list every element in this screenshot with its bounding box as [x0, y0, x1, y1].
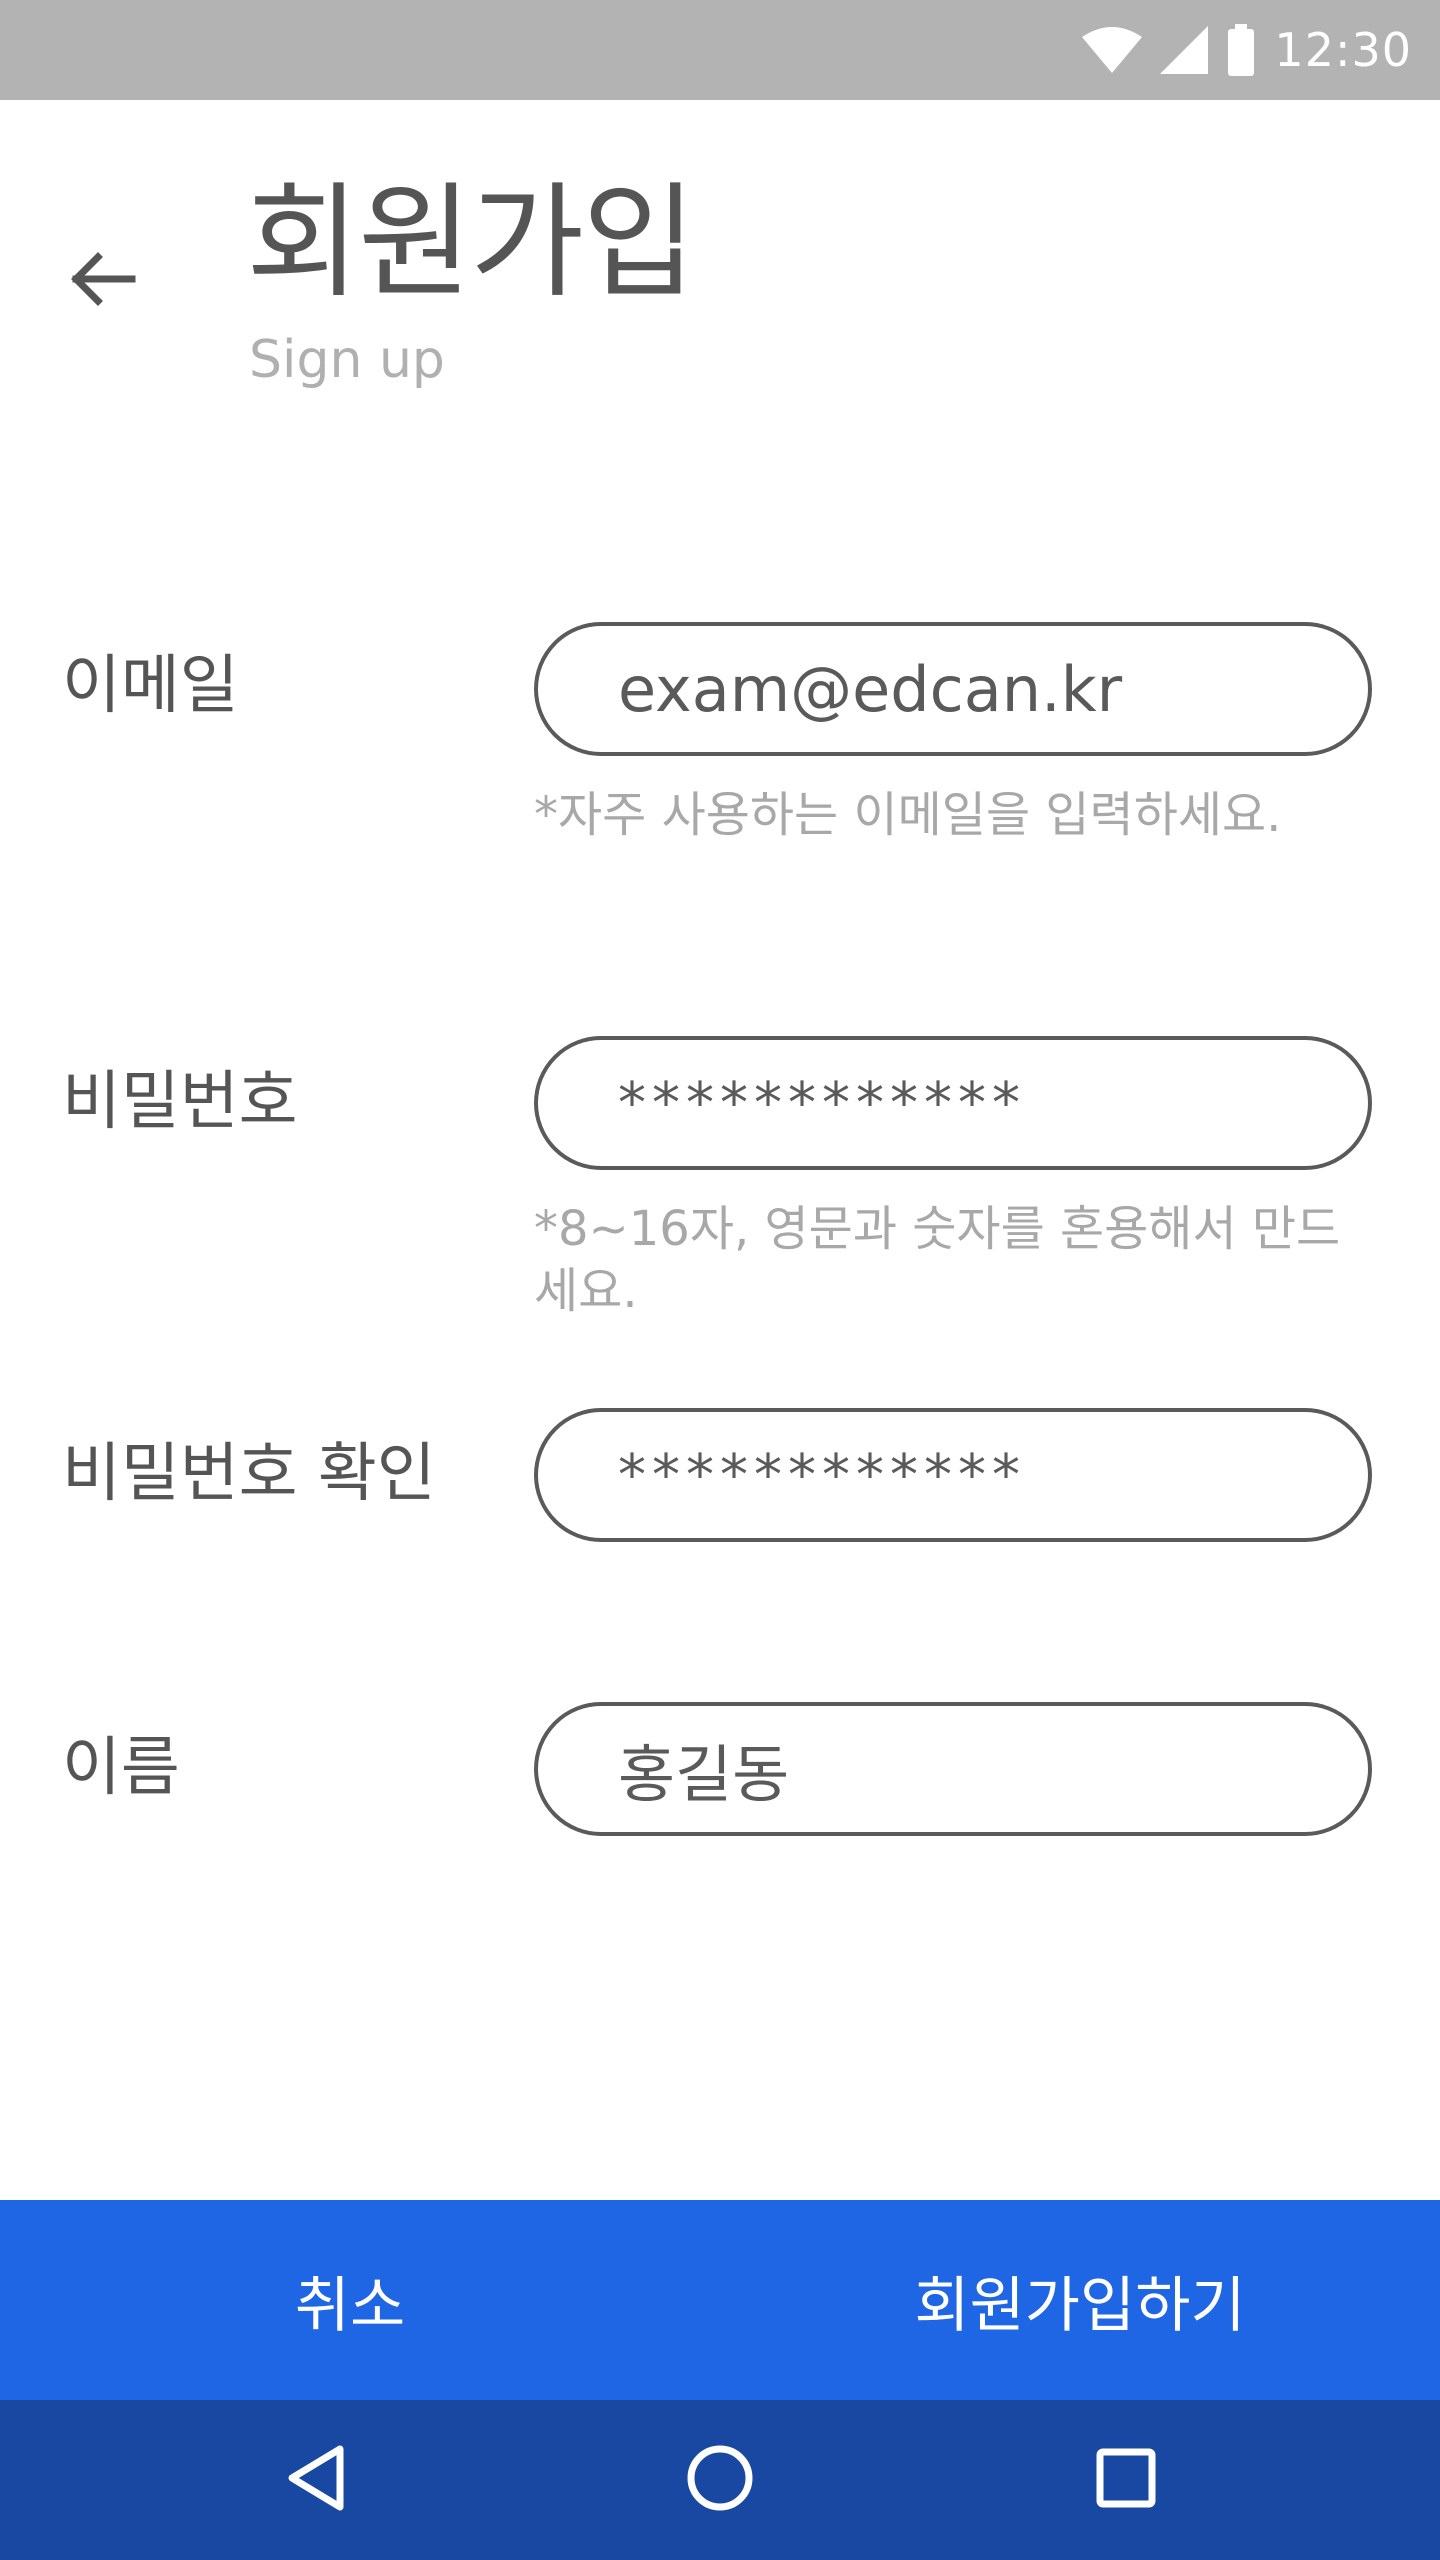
page-title: 회원가입	[246, 171, 696, 315]
status-time: 12:30	[1274, 23, 1412, 77]
cell-signal-icon	[1160, 26, 1209, 74]
arrow-left-icon	[66, 249, 136, 313]
page-subtitle: Sign up	[249, 330, 445, 390]
password-helper-text: *8~16자, 영문과 숫자를 혼용해서 만드세요.	[534, 1201, 1341, 1319]
email-field[interactable]	[534, 622, 1372, 756]
nav-home-button[interactable]	[660, 2420, 780, 2540]
status-bar: 12:30	[0, 0, 1440, 100]
sign-up-button[interactable]: 회원가입하기	[720, 2200, 1440, 2400]
nav-back-icon	[284, 2443, 348, 2517]
password-confirm-label: 비밀번호 확인	[62, 1437, 436, 1511]
password-confirm-field[interactable]	[534, 1408, 1372, 1542]
name-label: 이름	[62, 1731, 180, 1805]
password-field[interactable]	[534, 1036, 1372, 1170]
nav-recents-button[interactable]	[1066, 2420, 1186, 2540]
cancel-button[interactable]: 취소	[0, 2200, 700, 2400]
wifi-icon	[1082, 27, 1143, 73]
navigation-bar	[0, 2400, 1440, 2560]
battery-icon	[1226, 24, 1256, 76]
status-icons: 12:30	[1082, 0, 1412, 100]
nav-recents-icon	[1095, 2447, 1157, 2513]
email-label: 이메일	[62, 649, 239, 723]
back-button[interactable]	[56, 236, 146, 326]
action-bar: 취소 회원가입하기	[0, 2200, 1440, 2400]
nav-back-button[interactable]	[256, 2420, 376, 2540]
email-helper-text: *자주 사용하는 이메일을 입력하세요.	[534, 787, 1282, 843]
password-label: 비밀번호	[62, 1065, 298, 1139]
name-field[interactable]	[534, 1702, 1372, 1836]
nav-home-icon	[685, 2443, 755, 2517]
